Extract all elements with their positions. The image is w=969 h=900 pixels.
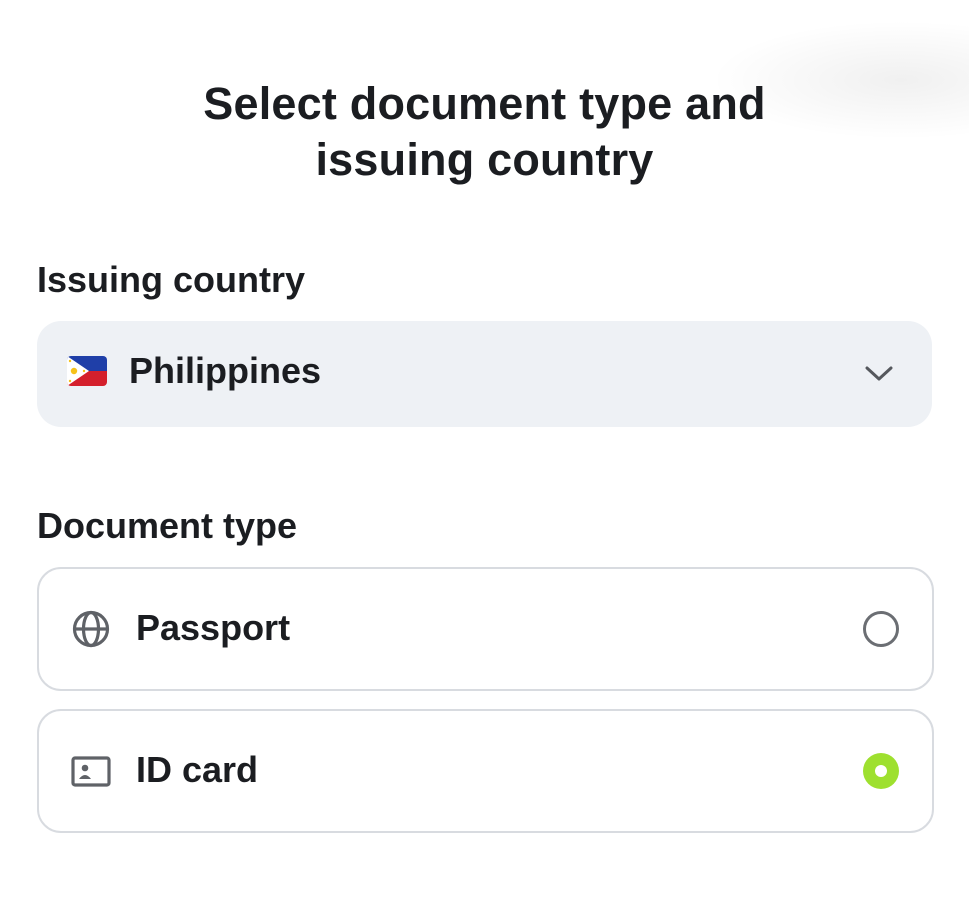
page-title-line-1: Select document type and (203, 78, 766, 129)
document-selection-screen: Select document type and issuing country… (0, 0, 969, 900)
page-title-line-2: issuing country (315, 134, 654, 185)
issuing-country-label: Issuing country (37, 259, 306, 300)
issuing-country-select[interactable]: Philippines (37, 321, 932, 427)
page-title: Select document type and issuing country (0, 76, 969, 188)
id-card-icon (70, 751, 112, 791)
selected-country: Philippines (129, 350, 322, 391)
passport-radio-button[interactable] (863, 611, 899, 647)
passport-option-label: Passport (136, 607, 291, 648)
id-card-radio-button[interactable] (863, 753, 899, 789)
document-option-passport[interactable]: Passport (37, 567, 934, 691)
document-type-label: Document type (37, 505, 298, 546)
id-card-option-label: ID card (136, 749, 259, 790)
globe-icon (70, 609, 112, 649)
document-option-id-card[interactable]: ID card (37, 709, 934, 833)
philippines-flag-icon (67, 356, 107, 386)
chevron-down-icon (864, 362, 894, 384)
